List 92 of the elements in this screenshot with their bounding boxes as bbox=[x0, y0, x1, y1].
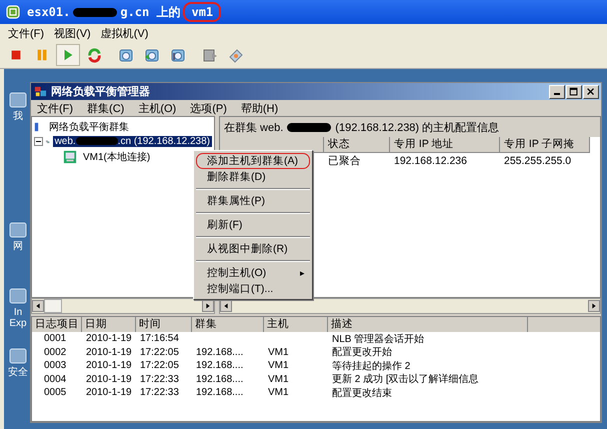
menu-item[interactable]: 添加主机到群集(A) bbox=[196, 153, 310, 169]
table-cell: 2010-1-19 bbox=[86, 346, 132, 358]
desktop-icon-label[interactable]: In Exp bbox=[6, 307, 30, 329]
window-title: 网络负载平衡管理器 bbox=[51, 84, 150, 99]
table-cell: 0003 bbox=[44, 360, 66, 372]
menu-item[interactable]: 帮助(H) bbox=[240, 100, 278, 116]
table-cell: 2010-1-19 bbox=[86, 387, 132, 398]
table-cell: VM1 bbox=[268, 387, 289, 398]
redaction-mark bbox=[287, 122, 332, 132]
column-header[interactable]: 专用 IP 子网掩 bbox=[500, 137, 590, 153]
table-cell: VM1 bbox=[268, 360, 289, 372]
tree-item[interactable]: VM1(本地连接) bbox=[81, 150, 152, 164]
menu-item[interactable]: 删除群集(D) bbox=[196, 169, 310, 185]
menu-item[interactable]: 群集(C) bbox=[87, 100, 124, 116]
table-cell: VM1 bbox=[268, 374, 289, 385]
menu-item[interactable]: 控制端口(T)... bbox=[196, 281, 310, 297]
computer-icon bbox=[62, 150, 78, 164]
scrollbar-thumb[interactable] bbox=[44, 299, 62, 313]
menu-item[interactable]: 选项(P) bbox=[190, 100, 227, 116]
disk-icon bbox=[202, 47, 218, 63]
table-cell: 配置更改开始 bbox=[332, 347, 392, 358]
table-cell: 17:16:54 bbox=[140, 333, 179, 344]
desktop-icon-label[interactable]: 网 bbox=[13, 241, 23, 252]
collapse-toggle[interactable] bbox=[34, 137, 43, 146]
close-button[interactable] bbox=[583, 84, 599, 98]
column-header[interactable]: 时间 bbox=[136, 317, 192, 332]
table-cell: 2010-1-19 bbox=[86, 360, 132, 372]
circular-arrows-icon bbox=[86, 48, 102, 62]
camera-icon bbox=[170, 47, 186, 63]
column-header[interactable]: 主机 bbox=[264, 317, 328, 332]
table-cell: 17:22:05 bbox=[140, 360, 179, 372]
camera-icon bbox=[118, 47, 134, 63]
maximize-icon bbox=[569, 86, 579, 96]
table-cell: 17:22:05 bbox=[140, 346, 179, 358]
minimize-icon bbox=[554, 93, 560, 95]
pause-icon bbox=[35, 48, 49, 62]
close-icon bbox=[586, 86, 596, 96]
menu-item[interactable]: 群集属性(P) bbox=[196, 193, 310, 209]
menu-item[interactable]: 文件(F) bbox=[8, 26, 44, 40]
table-cell: 0004 bbox=[44, 374, 66, 385]
column-header[interactable]: 日志项目 bbox=[32, 317, 82, 332]
panel-heading: 在群集 web. bbox=[224, 120, 284, 134]
menu-item[interactable]: 控制主机(O) ▸ bbox=[196, 265, 310, 281]
menu-item[interactable]: 从视图中删除(R) bbox=[196, 241, 310, 257]
desktop-icon-label[interactable]: 安全 bbox=[8, 367, 28, 378]
scrollbar[interactable] bbox=[219, 298, 601, 314]
table-cell: 192.168.... bbox=[196, 374, 244, 385]
table-cell: 2010-1-19 bbox=[86, 374, 132, 385]
table-cell: NLB 管理器会话开始 bbox=[332, 334, 424, 345]
app-icon bbox=[6, 5, 20, 19]
menu-item[interactable]: 主机(O) bbox=[138, 100, 176, 116]
table-cell: 17:22:33 bbox=[140, 374, 179, 385]
table-cell: 0002 bbox=[44, 346, 66, 358]
table-cell: VM1 bbox=[268, 346, 289, 358]
tree-item[interactable]: 网络负载平衡群集 bbox=[47, 120, 131, 134]
minimize-button[interactable] bbox=[549, 84, 565, 98]
table-cell: 等待挂起的操作 2 bbox=[332, 360, 410, 372]
table-cell: 17:22:33 bbox=[140, 387, 179, 398]
redaction-mark bbox=[73, 8, 118, 16]
maximize-button[interactable] bbox=[566, 84, 582, 98]
tag-icon bbox=[228, 47, 244, 63]
column-header[interactable]: 状态 bbox=[324, 137, 390, 153]
column-header[interactable]: 描述 bbox=[328, 317, 528, 332]
table-cell-text: 192.168.12.236 bbox=[393, 155, 468, 167]
menu-item[interactable]: 虚拟机(V) bbox=[100, 26, 148, 40]
camera-icon bbox=[144, 47, 160, 63]
table-cell-text: 已聚合 bbox=[327, 154, 362, 168]
window-title: g.cn 上的 bbox=[120, 4, 180, 20]
table-cell: 2010-1-19 bbox=[86, 333, 132, 344]
table-cell: 192.168.... bbox=[196, 360, 244, 372]
tree-item[interactable]: web. .cn (192.168.12.238) bbox=[52, 136, 212, 147]
table-cell: 192.168.... bbox=[196, 387, 244, 398]
menu-item[interactable]: 刷新(F) bbox=[196, 217, 310, 233]
table-cell-text: 255.255.255.0 bbox=[503, 155, 572, 167]
column-header[interactable]: 专用 IP 地址 bbox=[390, 137, 500, 153]
menu-item[interactable]: 文件(F) bbox=[37, 100, 74, 116]
table-cell: 更新 2 成功 [双击以了解详细信息 bbox=[332, 374, 479, 386]
column-header[interactable]: 日期 bbox=[82, 317, 136, 332]
stop-icon bbox=[9, 48, 23, 62]
scrollbar[interactable] bbox=[31, 298, 215, 314]
app-icon bbox=[34, 85, 47, 98]
play-button[interactable] bbox=[56, 44, 80, 66]
table-cell: 0005 bbox=[44, 387, 66, 398]
table-cell: 0001 bbox=[44, 333, 66, 344]
desktop-icon-label[interactable]: 我 bbox=[13, 111, 23, 122]
table-cell: 192.168.... bbox=[196, 346, 244, 358]
menu-item[interactable]: 视图(V) bbox=[54, 26, 91, 40]
table-cell: 配置更改结束 bbox=[332, 388, 392, 399]
vm-name: vm1 bbox=[183, 2, 222, 22]
column-header[interactable]: 群集 bbox=[192, 317, 264, 332]
panel-heading: (192.168.12.238) 的主机配置信息 bbox=[335, 120, 500, 134]
window-title: esx01. bbox=[27, 5, 70, 19]
